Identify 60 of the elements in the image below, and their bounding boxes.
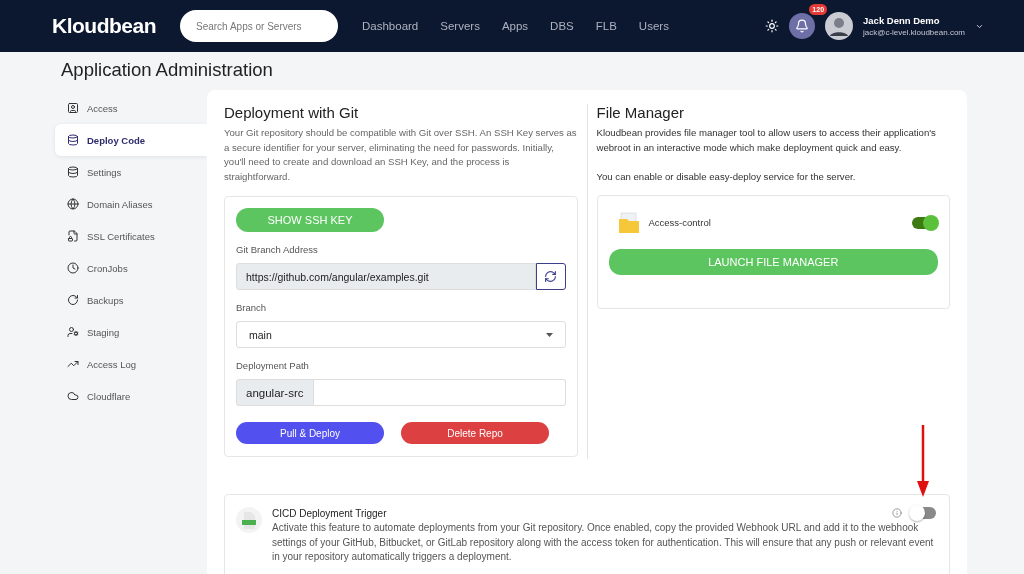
nav-link[interactable]: FLB [595,20,617,32]
sidebar-item[interactable]: Cloudflare [55,380,207,412]
globe-icon [67,198,79,210]
delete-repo-button[interactable]: Delete Repo [401,422,549,445]
notification-button[interactable] [789,13,816,39]
file-icon [236,507,262,533]
section-note: You can enable or disable easy-deploy service for the server. [596,170,857,185]
nav-link[interactable]: Users [638,20,669,32]
access-label: Access-control [648,217,711,229]
database-icon [67,166,79,178]
git-address-field[interactable]: https://github.com/angular/examples.git [236,263,536,291]
sidebar-item[interactable]: SSL Certificates [55,220,207,252]
document-lock-icon [67,230,79,242]
user-cog-icon [67,326,79,338]
page-title: Application Administration [60,58,274,82]
field-label: Git Branch Address [236,244,319,256]
logo: Kloudbean [52,13,157,39]
rotate-icon [67,294,79,306]
nav-link[interactable]: Apps [501,20,529,32]
field-label: Branch [236,302,268,314]
database-icon [67,134,79,146]
user-email: jack@c-level.kloudbean.com [863,28,965,37]
user-card-icon [67,102,79,114]
avatar[interactable] [825,12,854,40]
bell-icon [795,19,810,33]
search-field[interactable]: Search Apps or Servers [180,10,338,42]
user-name: Jack Denn Demo [863,15,941,26]
theme-icon[interactable] [765,19,780,33]
chart-icon [67,358,79,370]
sidebar-item[interactable]: CronJobs [55,252,207,284]
access-toggle[interactable] [912,216,938,229]
sidebar-item[interactable]: Deploy Code [55,124,207,156]
sidebar-item[interactable]: Backups [55,284,207,316]
path-prefix: angular-src [236,379,314,407]
folder-icon [616,210,641,235]
sidebar-item[interactable]: Staging [55,316,207,348]
refresh-icon [544,270,557,284]
caret-icon [545,332,553,337]
pull-deploy-button[interactable]: Pull & Deploy [236,422,384,445]
section-description: Kloudbean provides file manager tool to allow users to access their application's webroot in an interactive mode which make deployment quick and easy. [596,126,937,155]
section-title: File Manager [596,104,686,121]
sidebar-item[interactable]: Settings [55,156,207,188]
cicd-description: Activate this feature to automate deployments from your Git repository. Once enabled, copy the provided Webhook URL and add it to the webhook settings of your GitHub, Bitbucket, or GitLab repository along with the access token for authentication. This will ensure that any push or relevant event in your repository automatically triggers a deployment. [272,521,935,565]
clock-icon [67,262,79,274]
sidebar-item[interactable]: Access Log [55,348,207,380]
sidebar-item[interactable]: Domain Aliases [55,188,207,220]
cloud-icon [67,390,79,402]
branch-select[interactable]: main [236,321,566,349]
section-description: Your Git repository should be compatible with Git over SSH. An SSH Key serves as a secure identifier for your server, eliminating the need for passwords. Initially, you'll need to create and download an SSH Key, and the process is straightforward. [224,126,578,184]
arrow-icon [917,425,929,497]
deployment-path-field[interactable] [313,379,566,407]
nav-link[interactable]: Dashboard [362,20,419,32]
cicd-toggle[interactable] [910,507,936,519]
cicd-title: CICD Deployment Trigger [272,507,387,519]
field-label: Deployment Path [236,360,310,372]
nav-link[interactable]: Servers [440,20,480,32]
sidebar-item[interactable]: Access [55,92,207,124]
nav-link[interactable]: DBS [550,20,574,32]
section-title: Deployment with Git [224,104,360,121]
refresh-button[interactable] [535,263,566,291]
